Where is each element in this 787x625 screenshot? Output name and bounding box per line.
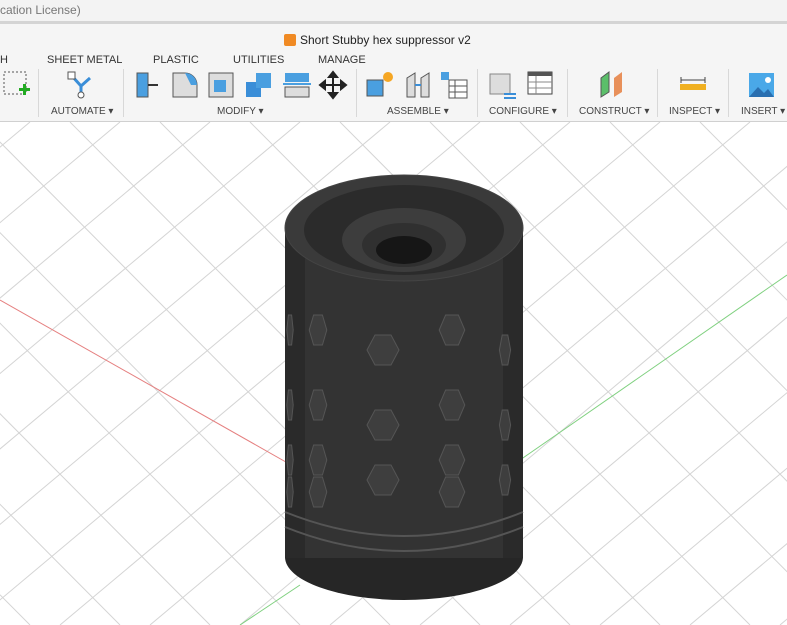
grid-line: [689, 543, 787, 625]
y-axis-line: [519, 274, 787, 461]
toolbar: Short Stubby hex suppressor v2 H SHEET M…: [0, 24, 787, 122]
document-title: Short Stubby hex suppressor v2: [284, 33, 471, 47]
tab-sketch[interactable]: H: [0, 54, 8, 66]
modify-menu[interactable]: MODIFY ▾: [217, 106, 264, 117]
configuration-table-icon[interactable]: [526, 70, 556, 100]
box-icon: [284, 34, 296, 46]
hex-cutout: [498, 334, 512, 366]
hex-cutout: [308, 476, 328, 508]
separator: [657, 69, 658, 117]
grid-line: [699, 122, 787, 211]
measure-icon[interactable]: [678, 70, 708, 100]
fillet-icon[interactable]: [170, 70, 200, 100]
configure-icon[interactable]: [488, 70, 518, 100]
move-icon[interactable]: [318, 70, 348, 100]
x-axis-line: [0, 299, 301, 471]
automate-menu[interactable]: AUTOMATE ▾: [51, 106, 113, 117]
hex-cutout: [308, 389, 328, 421]
separator: [123, 69, 124, 117]
grid-line: [519, 122, 787, 392]
grid-line: [0, 594, 31, 625]
separator: [728, 69, 729, 117]
grid-line: [0, 122, 211, 299]
grid-line: [609, 122, 787, 301]
inspect-menu[interactable]: INSPECT ▾: [669, 106, 720, 117]
grid-line: [779, 618, 787, 625]
press-pull-icon[interactable]: [134, 70, 164, 100]
insert-menu[interactable]: INSERT ▾: [741, 106, 785, 117]
automate-icon[interactable]: [66, 70, 96, 100]
hex-cutout: [308, 314, 328, 346]
joint-icon[interactable]: [403, 70, 433, 100]
window-title: cation License): [0, 3, 81, 17]
suppressor-model[interactable]: [284, 174, 524, 600]
grid-line: [599, 467, 787, 625]
combine-icon[interactable]: [244, 70, 274, 100]
shell-icon[interactable]: [206, 70, 236, 100]
hex-cutout: [498, 464, 512, 496]
create-sketch-icon[interactable]: [2, 70, 32, 100]
tab-utilities[interactable]: UTILITIES: [233, 54, 284, 66]
hex-cutout: [286, 389, 294, 421]
bom-icon[interactable]: [439, 70, 469, 100]
hex-cutout: [286, 314, 294, 346]
title-bar: cation License): [0, 0, 787, 24]
tab-sheet-metal[interactable]: SHEET METAL: [47, 54, 122, 66]
split-body-icon[interactable]: [282, 70, 312, 100]
construct-plane-icon[interactable]: [598, 70, 628, 100]
construct-menu[interactable]: CONSTRUCT ▾: [579, 106, 649, 117]
tab-manage[interactable]: MANAGE: [318, 54, 366, 66]
3d-viewport[interactable]: [0, 122, 787, 625]
configure-menu[interactable]: CONFIGURE ▾: [489, 106, 557, 117]
separator: [567, 69, 568, 117]
hex-cutout: [498, 409, 512, 441]
hex-cutout: [308, 444, 328, 476]
grid-line: [0, 122, 31, 148]
grid-line: [509, 392, 787, 625]
hex-cutout: [286, 476, 294, 508]
document-title-text: Short Stubby hex suppressor v2: [300, 33, 471, 47]
tab-plastic[interactable]: PLASTIC: [153, 54, 199, 66]
assemble-menu[interactable]: ASSEMBLE ▾: [387, 106, 449, 117]
grid-line: [0, 413, 211, 625]
separator: [477, 69, 478, 117]
new-component-icon[interactable]: [365, 70, 395, 100]
separator: [38, 69, 39, 117]
separator: [356, 69, 357, 117]
insert-image-icon[interactable]: [747, 70, 777, 100]
hex-cutout: [286, 444, 294, 476]
